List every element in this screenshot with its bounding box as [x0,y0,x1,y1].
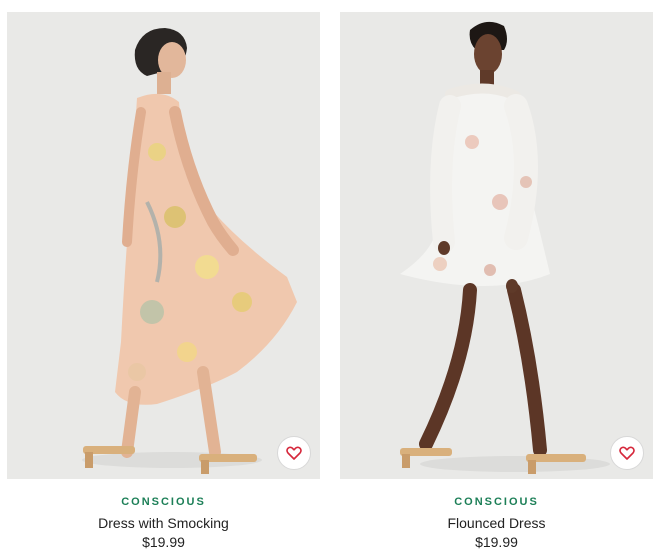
sustainability-tag: CONSCIOUS [454,496,539,508]
product-card[interactable]: CONSCIOUS Dress with Smocking $19.99 [7,12,320,558]
product-name[interactable]: Flounced Dress [340,515,653,531]
product-name[interactable]: Dress with Smocking [7,515,320,531]
product-price: $19.99 [142,534,185,550]
heart-outline-icon [619,446,635,460]
product-card[interactable]: CONSCIOUS Flounced Dress $19.99 [340,12,653,558]
product-image[interactable] [7,12,320,479]
sustainability-tag: CONSCIOUS [121,496,206,508]
product-image[interactable] [340,12,653,479]
product-price: $19.99 [475,534,518,550]
favorite-button[interactable] [277,436,311,470]
heart-outline-icon [286,446,302,460]
favorite-button[interactable] [610,436,644,470]
